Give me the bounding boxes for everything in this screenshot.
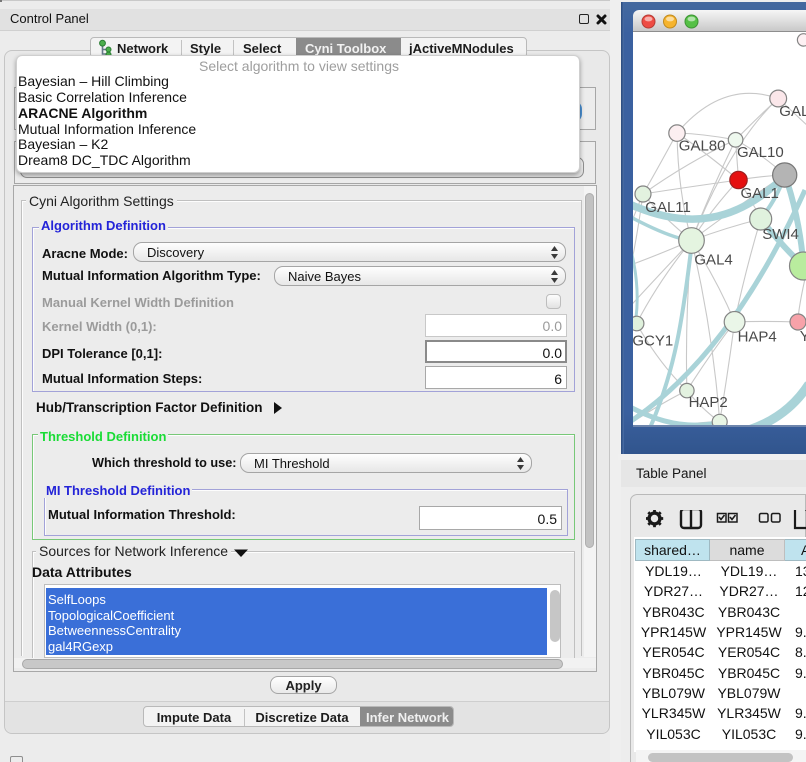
svg-text:HAP4: HAP4 xyxy=(738,329,777,346)
svg-text:GAL: GAL xyxy=(779,103,806,120)
svg-text:HAP2: HAP2 xyxy=(689,394,728,411)
svg-text:Y: Y xyxy=(800,328,806,345)
svg-text:GAL1: GAL1 xyxy=(741,185,779,202)
svg-text:GAL80: GAL80 xyxy=(679,137,726,154)
svg-text:GAL11: GAL11 xyxy=(645,199,691,216)
svg-text:GCY1: GCY1 xyxy=(633,332,673,349)
svg-text:GAL10: GAL10 xyxy=(737,144,784,161)
svg-text:GAL4: GAL4 xyxy=(694,252,732,269)
svg-text:SWI4: SWI4 xyxy=(762,226,799,243)
